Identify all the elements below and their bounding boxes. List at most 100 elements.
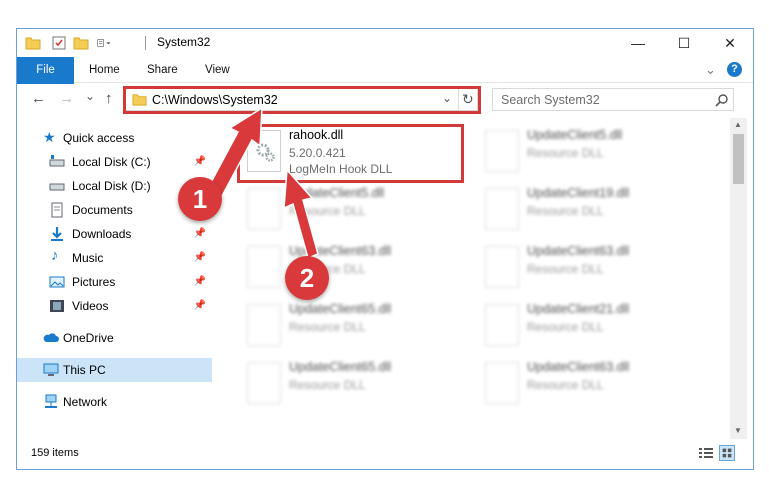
search-box[interactable]: Search System32	[492, 88, 734, 111]
help-icon[interactable]: ?	[727, 62, 742, 77]
customize-toolbar-icon[interactable]	[97, 35, 113, 51]
status-bar: 159 items	[17, 439, 753, 469]
search-input[interactable]: Search System32	[501, 93, 600, 107]
folder-icon	[25, 37, 41, 50]
cloud-icon	[43, 333, 59, 342]
pin-icon[interactable]: 📌	[194, 294, 206, 318]
address-bar-highlight	[123, 86, 481, 114]
sidebar-item-pictures[interactable]: Pictures 📌	[17, 270, 212, 294]
explorer-window: System32 — ☐ ✕ File Home Share View ⌄ ? …	[16, 28, 754, 470]
pictures-icon	[49, 276, 65, 288]
title-bar: System32 — ☐ ✕	[17, 29, 753, 57]
scroll-up-icon[interactable]: ▲	[734, 120, 742, 129]
sidebar-item-label: Music	[72, 251, 104, 265]
file-item[interactable]: UpdateClient5.dll Resource DLL	[241, 182, 461, 238]
dll-file-icon	[247, 246, 281, 288]
file-name: UpdateClient19.dll	[527, 186, 630, 200]
file-item[interactable]: UpdateClient63.dll Resource DLL	[479, 240, 699, 296]
file-description: Resource DLL	[527, 378, 604, 392]
network-icon	[45, 394, 57, 408]
sidebar-item-label: This PC	[63, 363, 106, 377]
sidebar-item-label: Network	[63, 395, 108, 409]
music-icon: ♪	[51, 247, 59, 264]
scrollbar-thumb[interactable]	[733, 134, 744, 184]
vertical-scrollbar[interactable]: ▲ ▼	[730, 118, 747, 440]
dll-file-icon	[485, 362, 519, 404]
sidebar-item-label: Pictures	[72, 275, 116, 289]
file-description: Resource DLL	[527, 262, 604, 276]
tab-share[interactable]: Share	[147, 57, 178, 83]
file-name: UpdateClient65.dll	[289, 302, 392, 316]
search-icon[interactable]	[715, 93, 729, 107]
dll-file-icon	[247, 188, 281, 230]
sidebar-item-quick-access[interactable]: ★ Quick access	[17, 126, 212, 150]
ribbon-collapse-icon[interactable]: ⌄	[705, 62, 716, 78]
sidebar-item-label: Videos	[72, 299, 109, 313]
file-item[interactable]: UpdateClient65.dll Resource DLL	[241, 356, 461, 412]
download-icon	[51, 227, 63, 241]
step-1-badge: 1	[178, 177, 222, 221]
file-item[interactable]: UpdateClient5.dll Resource DLL	[479, 124, 699, 180]
dll-file-icon	[247, 304, 281, 346]
file-name: UpdateClient65.dll	[289, 360, 392, 374]
forward-arrow-icon[interactable]: →	[59, 90, 74, 107]
sidebar-item-videos[interactable]: Videos 📌	[17, 294, 212, 318]
pin-icon[interactable]: 📌	[194, 270, 206, 294]
file-description: Resource DLL	[527, 320, 604, 334]
file-item[interactable]: UpdateClient19.dll Resource DLL	[479, 182, 699, 238]
file-highlight	[237, 124, 464, 183]
file-item[interactable]: UpdateClient63.dll Resource DLL	[479, 356, 699, 412]
tab-view[interactable]: View	[205, 57, 230, 83]
details-view-icon[interactable]	[699, 447, 713, 459]
file-item[interactable]: UpdateClient63.dll Resource DLL	[241, 240, 461, 296]
videos-icon	[50, 300, 64, 312]
dll-file-icon	[247, 362, 281, 404]
tiles-view-icon[interactable]	[719, 445, 735, 461]
file-description: Resource DLL	[289, 204, 366, 218]
up-arrow-icon[interactable]: ↑	[105, 90, 113, 107]
title-divider	[145, 36, 146, 50]
file-item[interactable]: UpdateClient65.dll Resource DLL	[241, 298, 461, 354]
pin-icon[interactable]: 📌	[194, 150, 206, 174]
file-description: Resource DLL	[289, 378, 366, 392]
drive-icon	[49, 183, 65, 191]
sidebar-item-onedrive[interactable]: OneDrive	[17, 326, 212, 350]
sidebar-item-label: Local Disk (D:)	[72, 179, 151, 193]
properties-icon[interactable]	[51, 35, 67, 51]
sidebar-item-this-pc[interactable]: This PC	[17, 358, 212, 382]
star-icon: ★	[43, 129, 56, 145]
computer-icon	[43, 363, 59, 376]
minimize-button[interactable]: —	[615, 29, 661, 57]
navigation-pane: ★ Quick access Local Disk (C:) 📌 Local D…	[17, 118, 212, 438]
window-title: System32	[157, 35, 211, 49]
sidebar-item-label: Downloads	[72, 227, 132, 241]
new-folder-icon[interactable]	[73, 35, 89, 51]
sidebar-item-label: OneDrive	[63, 331, 114, 345]
recent-locations-chevron-icon[interactable]: ⌄	[85, 89, 95, 103]
ribbon-tabs: File Home Share View ⌄ ?	[17, 57, 753, 113]
sidebar-item-downloads[interactable]: Downloads 📌	[17, 222, 212, 246]
documents-icon	[51, 202, 63, 218]
file-item[interactable]: UpdateClient21.dll Resource DLL	[479, 298, 699, 354]
pin-icon[interactable]: 📌	[194, 222, 206, 246]
step-2-badge: 2	[285, 256, 329, 300]
sidebar-item-network[interactable]: Network	[17, 390, 212, 414]
tab-home[interactable]: Home	[89, 57, 120, 83]
close-button[interactable]: ✕	[707, 29, 753, 57]
item-count: 159 items	[31, 447, 79, 459]
dll-file-icon	[485, 246, 519, 288]
maximize-button[interactable]: ☐	[661, 29, 707, 57]
pin-icon[interactable]: 📌	[194, 246, 206, 270]
file-name: UpdateClient5.dll	[527, 128, 623, 142]
file-name: UpdateClient21.dll	[527, 302, 630, 316]
sidebar-item-label: Local Disk (C:)	[72, 155, 151, 169]
scroll-down-icon[interactable]: ▼	[734, 426, 742, 435]
file-name: UpdateClient63.dll	[527, 360, 630, 374]
sidebar-item-music[interactable]: ♪ Music 📌	[17, 246, 212, 270]
file-name: UpdateClient63.dll	[527, 244, 630, 258]
back-arrow-icon[interactable]: ←	[31, 90, 46, 107]
file-name: UpdateClient5.dll	[289, 186, 385, 200]
sidebar-item-local-disk-c[interactable]: Local Disk (C:) 📌	[17, 150, 212, 174]
dll-file-icon	[485, 130, 519, 172]
file-description: Resource DLL	[527, 146, 604, 160]
